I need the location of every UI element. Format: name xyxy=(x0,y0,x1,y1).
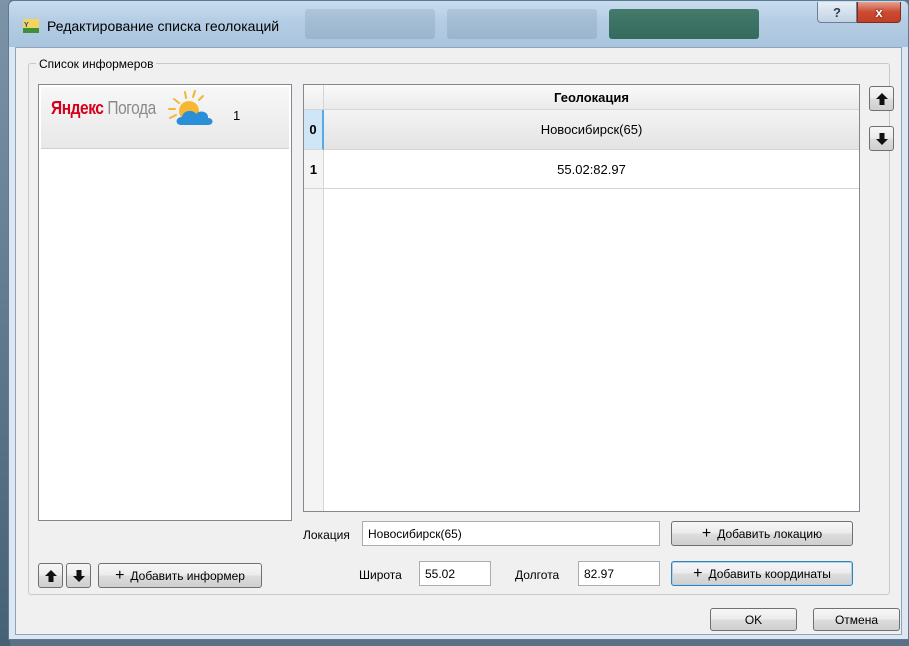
add-location-button[interactable]: + Добавить локацию xyxy=(671,521,853,546)
latitude-label: Широта xyxy=(359,568,402,582)
ok-button[interactable]: OK xyxy=(710,608,797,631)
geolocation-table[interactable]: Геолокация 0 Новосибирск(65) 1 55.02:82.… xyxy=(303,84,860,512)
longitude-input[interactable] xyxy=(578,561,660,586)
arrow-up-icon xyxy=(875,92,888,105)
informer-up-button[interactable] xyxy=(38,563,63,588)
add-coordinates-button[interactable]: + Добавить координаты xyxy=(671,561,853,586)
location-input[interactable] xyxy=(362,521,660,546)
informer-count: 1 xyxy=(233,108,241,123)
dialog-body: Список информеров Яндекс Погода 1 Геолок… xyxy=(15,47,902,635)
row-header[interactable]: 1 xyxy=(304,150,324,189)
app-icon: Y xyxy=(23,19,39,33)
arrow-down-icon xyxy=(72,569,85,582)
longitude-label: Долгота xyxy=(515,568,560,582)
move-up-button[interactable] xyxy=(869,86,894,111)
cancel-button[interactable]: Отмена xyxy=(813,608,900,631)
title-bar[interactable]: Y Редактирование списка геолокаций ? x xyxy=(9,1,908,47)
latitude-input[interactable] xyxy=(419,561,491,586)
background-taskbar-item xyxy=(447,9,597,39)
row-header[interactable]: 0 xyxy=(304,110,324,150)
table-corner xyxy=(304,85,324,110)
plus-icon: + xyxy=(701,524,712,542)
longitude-field[interactable] xyxy=(584,562,654,585)
column-header-geolocation[interactable]: Геолокация xyxy=(324,85,859,110)
location-field[interactable] xyxy=(368,522,654,545)
table-cell[interactable]: 55.02:82.97 xyxy=(324,150,859,189)
background-taskbar-item xyxy=(305,9,435,39)
yandex-weather-logo: Яндекс Погода xyxy=(51,98,156,118)
dialog-window: Y Редактирование списка геолокаций ? x С… xyxy=(8,0,909,640)
svg-text:Y: Y xyxy=(24,22,29,29)
add-informer-button[interactable]: + Добавить информер xyxy=(98,563,262,588)
plus-icon: + xyxy=(115,566,125,584)
help-button[interactable]: ? xyxy=(817,2,857,23)
table-cell[interactable]: Новосибирск(65) xyxy=(324,110,859,150)
move-down-button[interactable] xyxy=(869,126,894,151)
background-taskbar-item xyxy=(609,9,759,39)
location-label: Локация xyxy=(303,528,350,542)
plus-icon: + xyxy=(693,564,703,582)
arrow-up-icon xyxy=(44,569,57,582)
window-title: Редактирование списка геолокаций xyxy=(47,18,280,34)
informer-down-button[interactable] xyxy=(66,563,91,588)
group-label: Список информеров xyxy=(36,57,157,71)
sun-cloud-icon xyxy=(168,90,213,125)
help-icon: ? xyxy=(833,4,841,20)
close-button[interactable]: x xyxy=(857,2,901,23)
row-header-empty xyxy=(304,189,324,511)
informer-list[interactable]: Яндекс Погода 1 xyxy=(38,84,292,521)
latitude-field[interactable] xyxy=(425,562,485,585)
close-icon: x xyxy=(875,4,883,20)
arrow-down-icon xyxy=(875,132,888,145)
list-item[interactable]: Яндекс Погода 1 xyxy=(41,87,289,149)
